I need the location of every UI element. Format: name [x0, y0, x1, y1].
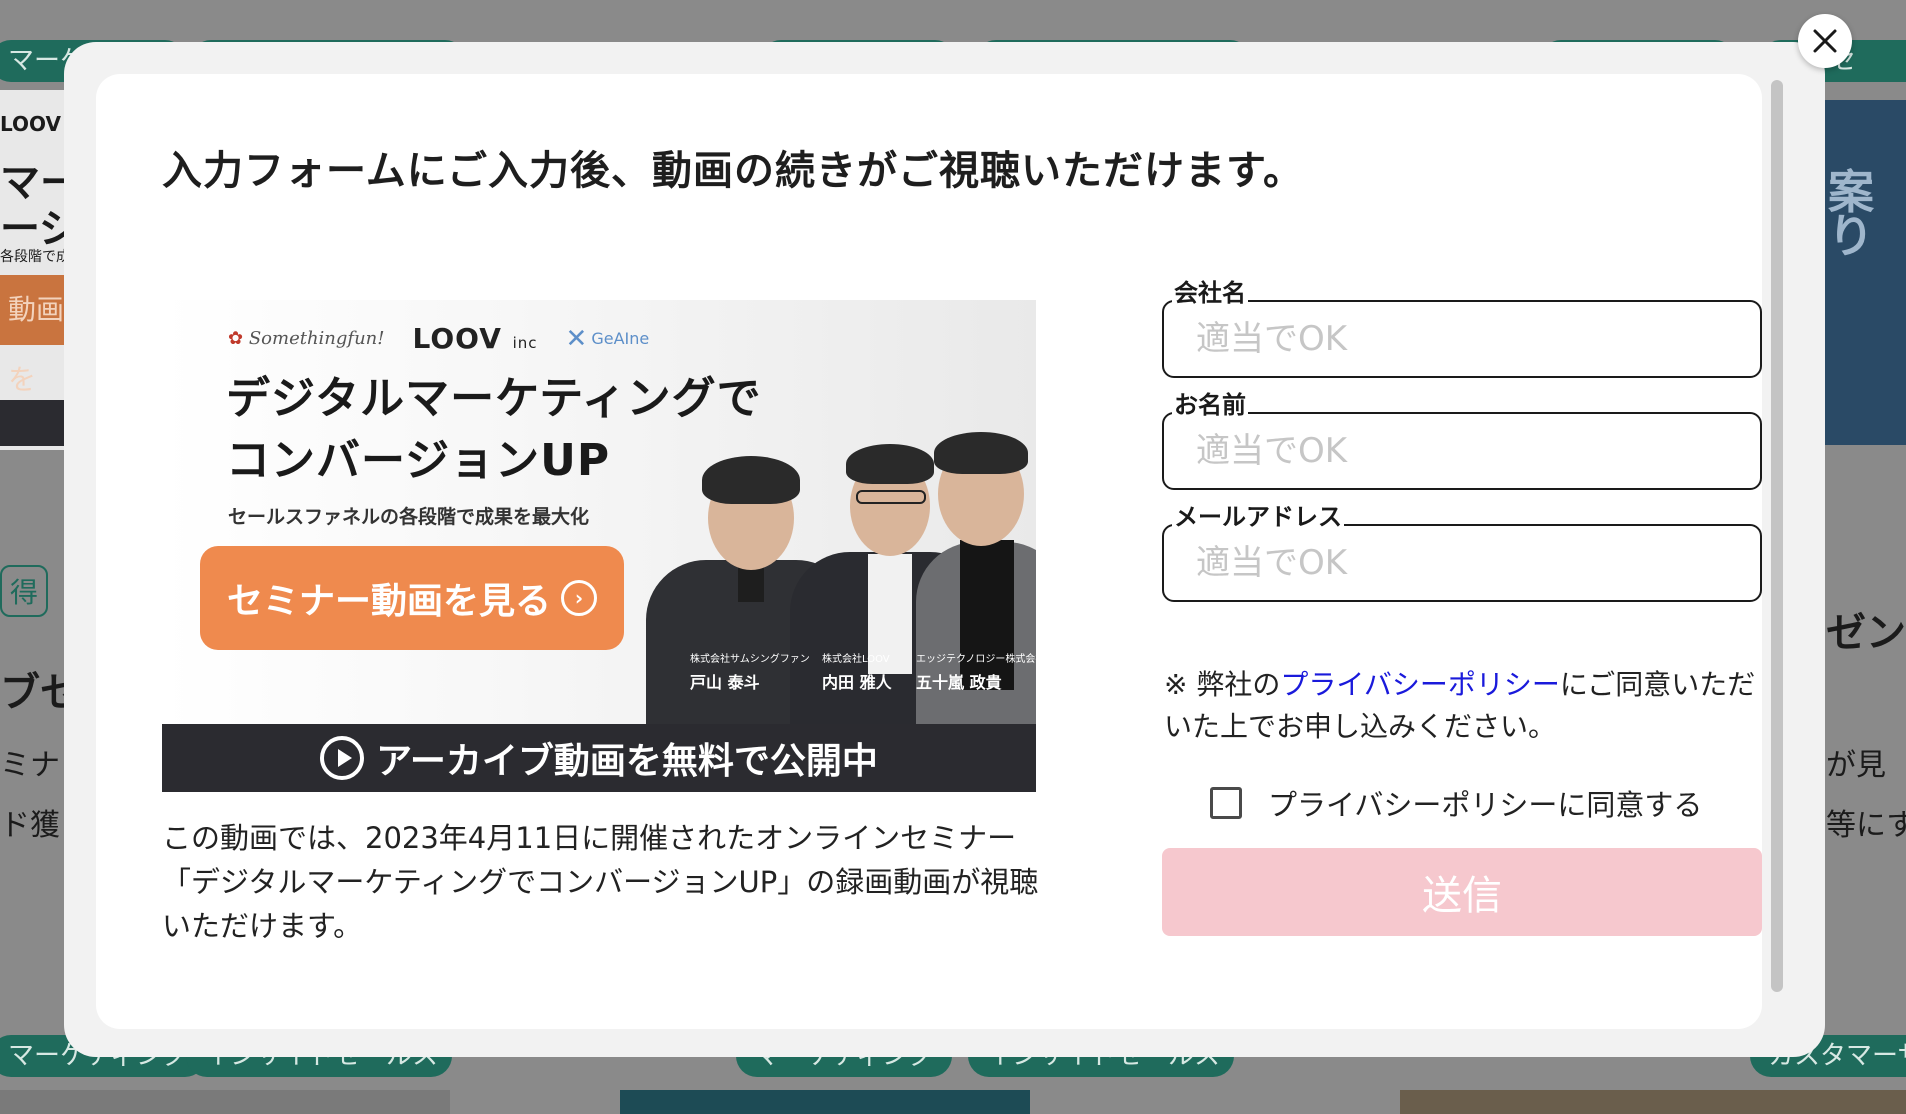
bg-card-tag: 得: [0, 565, 49, 617]
bg-card-body: ド獲: [0, 808, 60, 843]
geaine-logo: ✕ GeAIne: [565, 323, 650, 354]
bg-card-title: ゼン: [1826, 610, 1906, 656]
bg-card-subtext: 各段階で成: [0, 249, 70, 265]
submit-button[interactable]: 送信: [1162, 848, 1762, 936]
somethingfun-logo: ✿ Somethingfun!: [228, 328, 385, 349]
banner-subline: セールスファネルの各段階で成果を最大化: [228, 506, 590, 528]
name-field: お名前: [1162, 390, 1762, 490]
bg-card-thumbnail: [620, 1090, 1030, 1114]
loov-logo: LOOV inc: [412, 322, 538, 355]
email-label: メールアドレス: [1172, 502, 1344, 532]
bg-card-thumbnail: [1400, 1090, 1906, 1114]
modal-content: 入力フォームにご入力後、動画の続きがご視聴いただけます。 ✿ Something…: [96, 74, 1762, 1029]
bg-card-body: ミナ: [0, 748, 60, 783]
modal-title: 入力フォームにご入力後、動画の続きがご視聴いただけます。: [162, 148, 1304, 194]
watch-seminar-button[interactable]: セミナー動画を見る ›: [200, 546, 624, 650]
close-button[interactable]: [1798, 14, 1852, 68]
speaker-caption: 株式会社サムシングファン 戸山 泰斗: [690, 654, 810, 692]
archive-video-bar: アーカイブ動画を無料で公開中: [162, 724, 1036, 792]
name-label: お名前: [1172, 390, 1248, 420]
privacy-policy-link[interactable]: プライバシーポリシー: [1280, 668, 1559, 701]
video-description: この動画では、2023年4月11日に開催されたオンラインセミナー「デジタルマーケ…: [162, 821, 1039, 943]
bg-card-thumbnail: [1825, 100, 1906, 445]
archive-video-label: アーカイブ動画を無料で公開中: [376, 741, 878, 782]
email-input[interactable]: [1162, 524, 1762, 602]
bg-card-thumbnail: [0, 1090, 450, 1114]
name-input[interactable]: [1162, 412, 1762, 490]
bg-card-heading: り: [1828, 209, 1874, 263]
privacy-notice: ※ 弊社のプライバシーポリシーにご同意いただいた上でお申し込みください。: [1164, 664, 1762, 748]
privacy-agree-row[interactable]: プライバシーポリシーに同意する: [1210, 782, 1702, 824]
company-input[interactable]: [1162, 300, 1762, 378]
bg-card-cta: 動画を: [0, 275, 72, 396]
video-form-modal: 入力フォームにご入力後、動画の続きがご視聴いただけます。 ✿ Something…: [64, 42, 1825, 1057]
bg-card-logo: LOOV: [0, 112, 61, 136]
play-icon: [320, 736, 365, 780]
bg-card-body: が見: [1826, 748, 1886, 783]
watch-seminar-label: セミナー動画を見る: [226, 581, 551, 622]
email-field: メールアドレス: [1162, 502, 1762, 602]
close-icon: [1813, 29, 1837, 53]
sponsor-logos: ✿ Somethingfun! LOOV inc ✕ GeAIne: [228, 322, 649, 355]
scrollbar-thumb[interactable]: [1771, 80, 1783, 992]
company-label: 会社名: [1172, 278, 1248, 308]
privacy-notice-prefix: ※ 弊社の: [1164, 668, 1281, 701]
speaker-caption: 株式会社LOOV 内田 雅人: [822, 654, 892, 692]
modal-scrollbar[interactable]: [1770, 80, 1784, 1034]
privacy-agree-checkbox[interactable]: [1210, 787, 1242, 819]
bg-card-body: 等にす: [1826, 808, 1906, 843]
privacy-agree-label[interactable]: プライバシーポリシーに同意する: [1268, 782, 1702, 824]
chevron-right-icon: ›: [561, 580, 597, 616]
seminar-banner[interactable]: ✿ Somethingfun! LOOV inc ✕ GeAIne デジタルマーケ…: [162, 300, 1036, 792]
bg-card-bar: [0, 400, 64, 446]
speaker-caption: エッジテクノロジー株式会社 五十嵐 政貴: [916, 654, 1036, 692]
company-field: 会社名: [1162, 278, 1762, 378]
